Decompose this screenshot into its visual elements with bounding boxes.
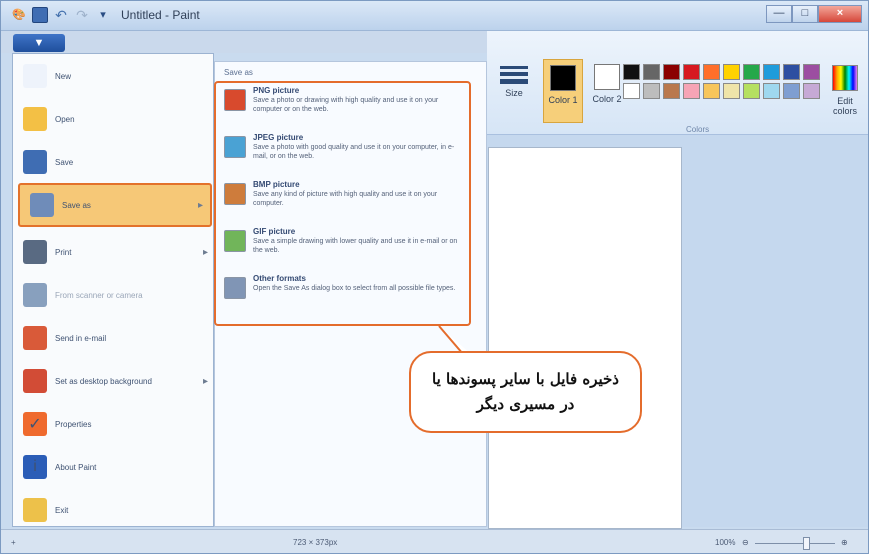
new-file-icon: [23, 64, 47, 88]
status-bar: + 723 × 373px 100% ⊖ ⊕: [1, 529, 868, 553]
size-tool[interactable]: Size: [495, 63, 533, 125]
zoom-level: 100%: [715, 538, 736, 547]
menu-item-print[interactable]: Print ▸: [13, 230, 215, 274]
check-icon: ✓: [23, 412, 47, 436]
zoom-in-icon[interactable]: ⊕: [841, 538, 848, 547]
palette-color-swatch[interactable]: [803, 83, 820, 99]
paint-window: 🎨 ↶ ↷ ▾ Untitled - Paint — □ × ▼ ? Size …: [0, 0, 869, 554]
printer-icon: [23, 240, 47, 264]
callout-line-2: در مسیری دیگر: [476, 395, 575, 413]
palette-color-swatch[interactable]: [723, 83, 740, 99]
save-disk-icon: [23, 150, 47, 174]
file-menu: New Open Save Save as ▸ Print ▸ From scanner or…: [12, 53, 214, 527]
undo-icon[interactable]: ↶: [53, 7, 69, 23]
save-as-heading: Save as: [224, 68, 253, 77]
palette-color-swatch[interactable]: [623, 83, 640, 99]
customize-toolbar-icon[interactable]: ▾: [95, 7, 111, 23]
drawing-canvas[interactable]: [488, 147, 682, 529]
menu-item-label: Save: [55, 157, 74, 167]
menu-item-open[interactable]: Open: [13, 97, 215, 141]
email-icon: [23, 326, 47, 350]
menu-item-exit[interactable]: Exit: [13, 488, 215, 532]
image-dimensions: 723 × 373px: [293, 538, 338, 547]
edit-colors-button[interactable]: Edit colors: [826, 65, 864, 123]
desktop-background-icon: [23, 369, 47, 393]
quick-access-toolbar: 🎨 ↶ ↷ ▾: [11, 7, 111, 23]
status-plus: +: [11, 538, 16, 547]
color-1-label: Color 1: [548, 95, 578, 105]
palette-color-swatch[interactable]: [663, 83, 680, 99]
menu-item-save-as[interactable]: Save as ▸: [18, 183, 212, 227]
info-icon: i: [23, 455, 47, 479]
paint-app-icon: 🎨: [12, 9, 26, 21]
colors-group-label: Colors: [686, 125, 710, 134]
palette-color-swatch[interactable]: [803, 64, 820, 80]
submenu-arrow-icon: ▸: [197, 199, 203, 211]
persian-callout: ذخیره فایل با سایر پسوندها یا در مسیری د…: [409, 351, 642, 433]
menu-item-label: Print: [55, 247, 72, 257]
title-bar: 🎨 ↶ ↷ ▾ Untitled - Paint — □ ×: [1, 1, 868, 31]
menu-item-new[interactable]: New: [13, 54, 215, 98]
zoom-slider-thumb[interactable]: [803, 537, 810, 550]
color-1-button[interactable]: Color 1: [543, 59, 583, 123]
menu-item-label: About Paint: [55, 462, 97, 472]
palette-color-swatch[interactable]: [743, 83, 760, 99]
save-formats-highlight: [214, 81, 471, 326]
palette-color-swatch[interactable]: [743, 64, 760, 80]
palette-color-swatch[interactable]: [763, 83, 780, 99]
menu-item-set-as-desktop-background[interactable]: Set as desktop background ▸: [13, 359, 215, 403]
menu-item-properties[interactable]: ✓ Properties: [13, 402, 215, 446]
menu-item-label: Send in e-mail: [55, 333, 107, 343]
zoom-out-icon[interactable]: ⊖: [742, 538, 749, 547]
menu-item-label: Exit: [55, 505, 69, 515]
palette-color-swatch[interactable]: [683, 64, 700, 80]
palette-color-swatch[interactable]: [783, 83, 800, 99]
color-1-swatch: [550, 65, 576, 91]
menu-item-send-in-e-mail[interactable]: Send in e-mail: [13, 316, 215, 360]
exit-icon: [23, 498, 47, 522]
menu-item-label: Open: [55, 114, 75, 124]
minimize-button[interactable]: —: [766, 5, 792, 23]
color-palette: [623, 64, 823, 120]
submenu-arrow-icon: ▸: [202, 375, 208, 387]
palette-color-swatch[interactable]: [763, 64, 780, 80]
file-menu-button[interactable]: ▼: [13, 34, 65, 52]
submenu-arrow-icon: ▸: [202, 246, 208, 258]
window-controls: — □ ×: [766, 5, 862, 23]
palette-color-swatch[interactable]: [663, 64, 680, 80]
color-2-label: Color 2: [592, 94, 622, 104]
zoom-slider-track[interactable]: [755, 543, 835, 544]
menu-item-save[interactable]: Save: [13, 140, 215, 184]
quick-save-icon[interactable]: [32, 7, 48, 23]
save-as-icon: [30, 193, 54, 217]
callout-line-1: ذخیره فایل با سایر پسوندها یا: [432, 370, 619, 388]
palette-color-swatch[interactable]: [643, 64, 660, 80]
color-2-swatch: [594, 64, 620, 90]
menu-item-label: From scanner or camera: [55, 290, 143, 300]
open-folder-icon: [23, 107, 47, 131]
edit-colors-icon: [832, 65, 858, 91]
close-button[interactable]: ×: [818, 5, 862, 23]
palette-color-swatch[interactable]: [703, 64, 720, 80]
redo-icon[interactable]: ↷: [74, 7, 90, 23]
palette-color-swatch[interactable]: [643, 83, 660, 99]
window-title: Untitled - Paint: [121, 8, 200, 22]
edit-colors-label: Edit colors: [832, 96, 857, 116]
color-2-button[interactable]: Color 2: [587, 59, 627, 123]
palette-color-swatch[interactable]: [723, 64, 740, 80]
size-label: Size: [505, 88, 523, 98]
palette-color-swatch[interactable]: [683, 83, 700, 99]
maximize-button[interactable]: □: [792, 5, 818, 23]
palette-color-swatch[interactable]: [703, 83, 720, 99]
menu-item-label: New: [55, 71, 72, 81]
palette-color-swatch[interactable]: [783, 64, 800, 80]
menu-item-label: Save as: [62, 200, 91, 210]
menu-item-about-paint[interactable]: i About Paint: [13, 445, 215, 489]
menu-item-from-scanner-or-camera[interactable]: From scanner or camera: [13, 273, 215, 317]
palette-color-swatch[interactable]: [623, 64, 640, 80]
menu-item-label: Properties: [55, 419, 92, 429]
scanner-icon: [23, 283, 47, 307]
menu-item-label: Set as desktop background: [55, 376, 152, 386]
line-size-icon: [500, 66, 528, 84]
